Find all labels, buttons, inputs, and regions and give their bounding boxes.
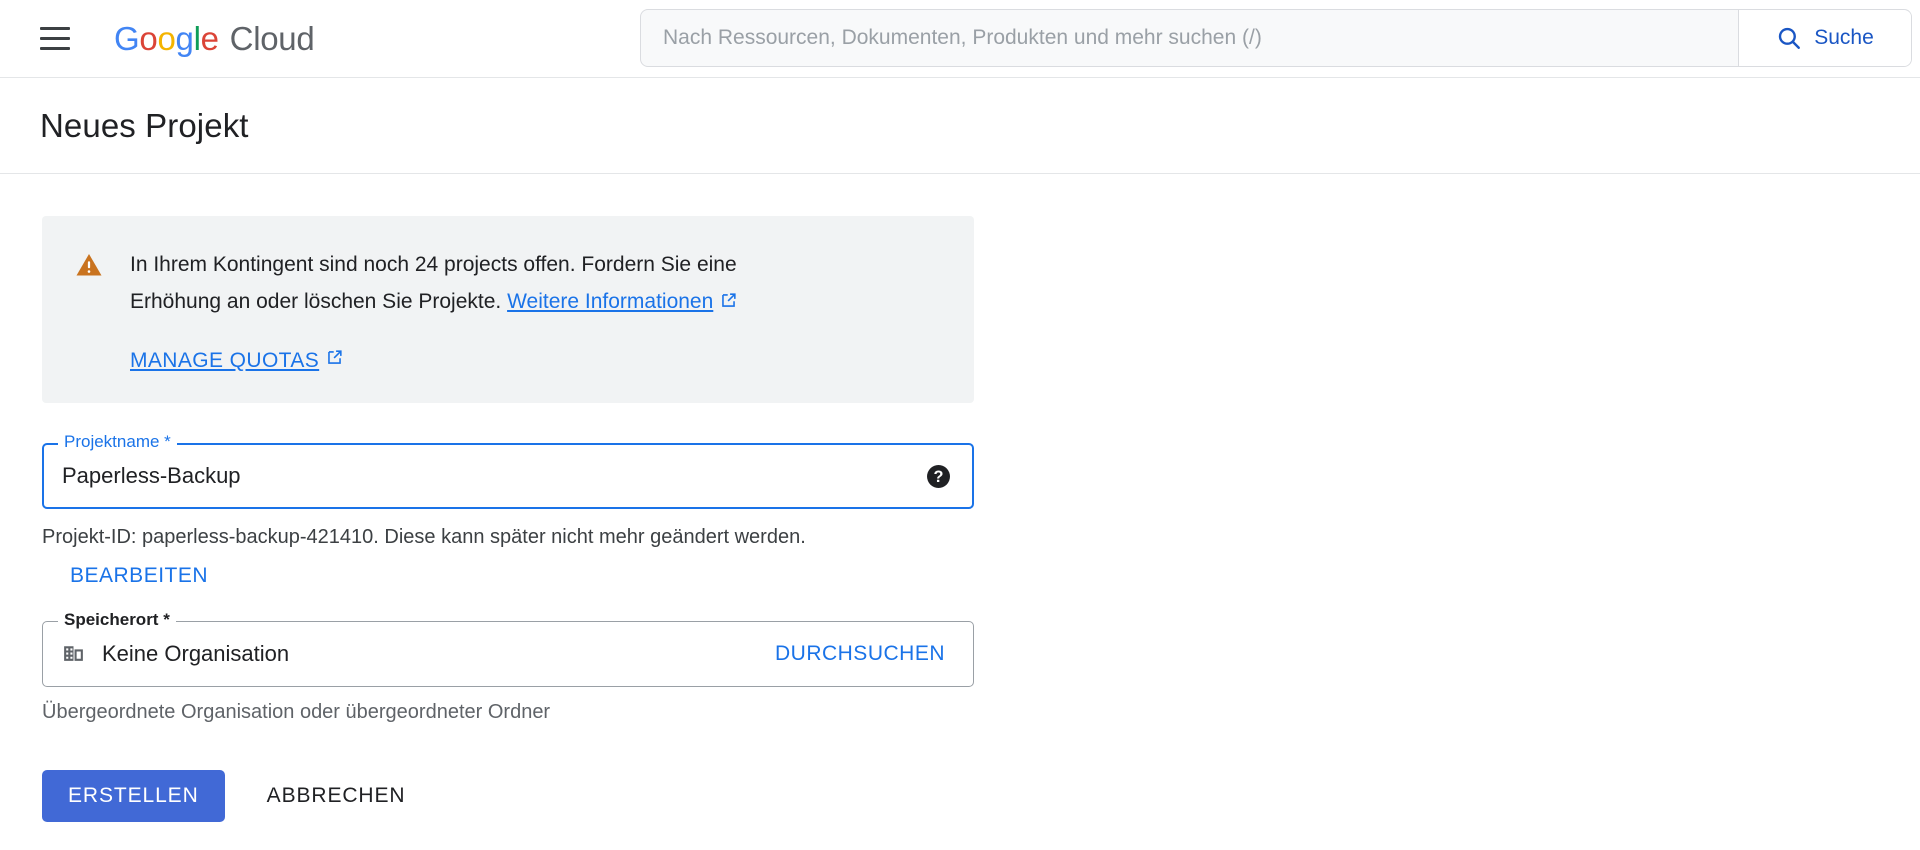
- cancel-button[interactable]: ABBRECHEN: [251, 770, 422, 822]
- page-content: In Ihrem Kontingent sind noch 24 project…: [0, 174, 1920, 822]
- help-circle-icon[interactable]: ?: [925, 463, 952, 490]
- external-link-icon: [719, 285, 738, 322]
- search-icon: [1776, 25, 1802, 51]
- logo-letter-e: e: [200, 19, 219, 57]
- form-actions: ERSTELLEN ABBRECHEN: [42, 770, 1920, 822]
- logo-letter-g2: g: [175, 19, 194, 57]
- search-button-label: Suche: [1814, 26, 1874, 49]
- learn-more-label: Weitere Informationen: [507, 290, 714, 313]
- learn-more-link[interactable]: Weitere Informationen: [507, 290, 713, 313]
- search-input[interactable]: [641, 10, 1738, 66]
- location-label: Speicherort *: [58, 609, 176, 631]
- quota-banner-text: In Ihrem Kontingent sind noch 24 project…: [130, 246, 830, 322]
- hamburger-menu-icon[interactable]: [32, 16, 78, 62]
- create-project-button[interactable]: ERSTELLEN: [42, 770, 225, 822]
- edit-project-id-button[interactable]: BEARBEITEN: [64, 563, 214, 589]
- manage-quotas-link[interactable]: MANAGE QUOTAS: [130, 348, 344, 373]
- organization-building-icon: [61, 639, 86, 670]
- project-name-input-box[interactable]: ?: [42, 443, 974, 509]
- top-app-bar: Google Cloud Suche: [0, 0, 1920, 78]
- google-cloud-logo[interactable]: Google Cloud: [114, 19, 315, 58]
- manage-quotas-label: MANAGE QUOTAS: [130, 348, 320, 372]
- project-name-label: Projektname *: [58, 431, 177, 453]
- logo-letter-o2: o: [157, 19, 176, 57]
- location-helper-text: Übergeordnete Organisation oder übergeor…: [42, 701, 551, 723]
- logo-letter-g1: G: [114, 19, 140, 57]
- logo-letter-l: l: [193, 19, 201, 57]
- hamburger-bar: [40, 37, 70, 40]
- search-submit-button[interactable]: Suche: [1739, 10, 1911, 66]
- hamburger-bar: [40, 47, 70, 50]
- quota-warning-banner: In Ihrem Kontingent sind noch 24 project…: [42, 216, 974, 403]
- warning-triangle-icon: [74, 250, 104, 373]
- logo-word-cloud: Cloud: [229, 19, 315, 57]
- location-field: Speicherort * Keine Organisation DURCHSU…: [42, 609, 974, 687]
- external-link-icon: [325, 348, 344, 373]
- location-input-box[interactable]: Keine Organisation DURCHSUCHEN: [42, 621, 974, 687]
- project-name-field: Projektname * ?: [42, 431, 974, 509]
- quota-banner-body: In Ihrem Kontingent sind noch 24 project…: [130, 246, 946, 373]
- page-title: Neues Projekt: [40, 106, 249, 144]
- project-name-input[interactable]: [44, 463, 925, 489]
- svg-text:?: ?: [934, 468, 944, 486]
- logo-letter-o1: o: [139, 19, 158, 57]
- browse-location-button[interactable]: DURCHSUCHEN: [769, 641, 951, 667]
- hamburger-bar: [40, 27, 70, 30]
- page-header: Neues Projekt: [0, 78, 1920, 174]
- location-value: Keine Organisation: [102, 641, 290, 666]
- location-value-group: Keine Organisation: [43, 639, 769, 670]
- global-search-bar: Suche: [640, 9, 1912, 67]
- project-id-helper-text: Projekt-ID: paperless-backup-421410. Die…: [42, 526, 806, 548]
